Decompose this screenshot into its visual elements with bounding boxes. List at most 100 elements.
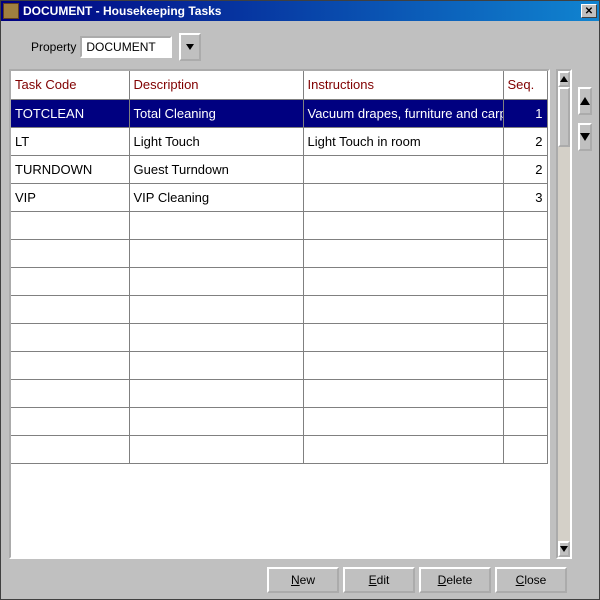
cell-empty — [503, 435, 547, 463]
property-row: Property — [31, 33, 591, 61]
edit-button[interactable]: Edit — [343, 567, 415, 593]
cell-empty — [129, 267, 303, 295]
cell-empty — [303, 295, 503, 323]
col-task-code[interactable]: Task Code — [11, 71, 129, 99]
cell-desc: Light Touch — [129, 127, 303, 155]
cell-instr — [303, 155, 503, 183]
cell-instr: Vacuum drapes, furniture and carpe — [303, 99, 503, 127]
triangle-up-icon — [560, 76, 568, 82]
property-dropdown-button[interactable] — [179, 33, 201, 61]
table-row[interactable]: TOTCLEANTotal CleaningVacuum drapes, fur… — [11, 99, 547, 127]
cell-empty — [129, 379, 303, 407]
table-frame: Task Code Description Instructions Seq. … — [9, 69, 550, 559]
cell-desc: Guest Turndown — [129, 155, 303, 183]
cell-empty — [303, 435, 503, 463]
scroll-up-button[interactable] — [558, 71, 570, 87]
cell-empty — [11, 267, 129, 295]
table-scroll: Task Code Description Instructions Seq. … — [11, 71, 548, 557]
table-row[interactable]: LTLight TouchLight Touch in room2 — [11, 127, 547, 155]
cell-empty — [303, 267, 503, 295]
cell-empty — [303, 323, 503, 351]
cell-seq: 2 — [503, 127, 547, 155]
table-row[interactable] — [11, 295, 547, 323]
cell-task: LT — [11, 127, 129, 155]
main-row: Task Code Description Instructions Seq. … — [9, 69, 591, 559]
scrollbar-track[interactable] — [558, 147, 570, 541]
vertical-scrollbar[interactable] — [556, 69, 572, 559]
cell-empty — [11, 323, 129, 351]
property-input[interactable] — [82, 38, 170, 56]
table-row[interactable]: VIPVIP Cleaning 3 — [11, 183, 547, 211]
housekeeping-tasks-window: DOCUMENT - Housekeeping Tasks ✕ Property — [0, 0, 600, 600]
tasks-table[interactable]: Task Code Description Instructions Seq. … — [11, 71, 548, 464]
cell-empty — [11, 379, 129, 407]
cell-empty — [129, 351, 303, 379]
delete-button[interactable]: Delete — [419, 567, 491, 593]
cell-empty — [129, 435, 303, 463]
close-button[interactable]: Close — [495, 567, 567, 593]
cell-empty — [303, 239, 503, 267]
action-button-row: New Edit Delete Close — [9, 567, 591, 593]
cell-empty — [129, 211, 303, 239]
cell-empty — [11, 295, 129, 323]
cell-seq: 1 — [503, 99, 547, 127]
cell-empty — [303, 407, 503, 435]
col-instructions[interactable]: Instructions — [303, 71, 503, 99]
table-row[interactable] — [11, 211, 547, 239]
cell-empty — [303, 211, 503, 239]
table-row[interactable] — [11, 239, 547, 267]
table-row[interactable] — [11, 379, 547, 407]
table-row[interactable] — [11, 323, 547, 351]
move-up-button[interactable] — [578, 87, 592, 115]
cell-task: VIP — [11, 183, 129, 211]
cell-task: TURNDOWN — [11, 155, 129, 183]
table-row[interactable] — [11, 351, 547, 379]
cell-empty — [503, 351, 547, 379]
triangle-down-icon — [560, 546, 568, 552]
move-down-button[interactable] — [578, 123, 592, 151]
cell-empty — [503, 295, 547, 323]
client-area: Property Task Code Description Instruct — [1, 21, 599, 599]
cell-task: TOTCLEAN — [11, 99, 129, 127]
table-header-row: Task Code Description Instructions Seq. — [11, 71, 547, 99]
cell-empty — [503, 267, 547, 295]
window-title: DOCUMENT - Housekeeping Tasks — [23, 4, 579, 18]
arrow-down-icon — [580, 133, 590, 141]
cell-desc: Total Cleaning — [129, 99, 303, 127]
property-field-wrap — [80, 36, 172, 58]
scroll-down-button[interactable] — [558, 541, 570, 557]
cell-seq: 2 — [503, 155, 547, 183]
table-row[interactable] — [11, 435, 547, 463]
cell-empty — [303, 351, 503, 379]
col-description[interactable]: Description — [129, 71, 303, 99]
titlebar: DOCUMENT - Housekeeping Tasks ✕ — [1, 1, 599, 21]
cell-empty — [129, 239, 303, 267]
col-seq[interactable]: Seq. — [503, 71, 547, 99]
cell-instr: Light Touch in room — [303, 127, 503, 155]
cell-empty — [11, 211, 129, 239]
table-row[interactable]: TURNDOWNGuest Turndown 2 — [11, 155, 547, 183]
reorder-buttons — [578, 69, 592, 559]
scrollbar-thumb[interactable] — [558, 87, 570, 147]
cell-empty — [503, 379, 547, 407]
cell-empty — [11, 351, 129, 379]
cell-empty — [11, 435, 129, 463]
cell-empty — [129, 295, 303, 323]
cell-empty — [129, 407, 303, 435]
chevron-down-icon — [186, 44, 194, 50]
table-row[interactable] — [11, 407, 547, 435]
cell-seq: 3 — [503, 183, 547, 211]
property-label: Property — [31, 40, 76, 54]
cell-empty — [503, 211, 547, 239]
close-icon: ✕ — [585, 6, 593, 17]
arrow-up-icon — [580, 97, 590, 105]
new-button[interactable]: New — [267, 567, 339, 593]
cell-desc: VIP Cleaning — [129, 183, 303, 211]
table-row[interactable] — [11, 267, 547, 295]
cell-empty — [303, 379, 503, 407]
cell-empty — [11, 407, 129, 435]
close-window-button[interactable]: ✕ — [581, 4, 597, 18]
cell-empty — [503, 323, 547, 351]
cell-empty — [11, 239, 129, 267]
app-icon — [3, 3, 19, 19]
